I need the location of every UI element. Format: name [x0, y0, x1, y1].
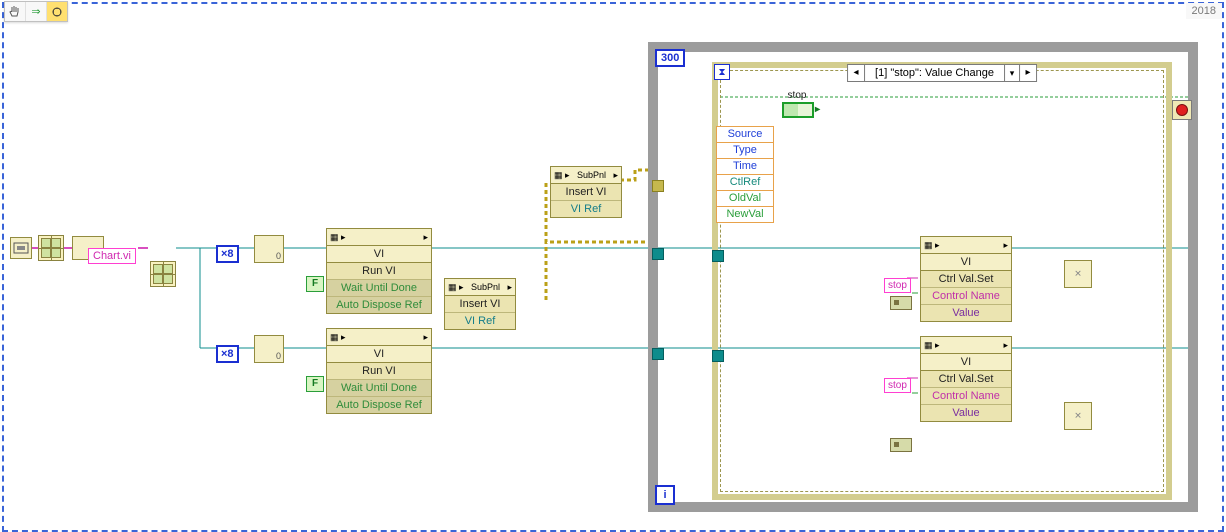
run-vi-invoke-2: ▦ ▸▸ VI Run VI Wait Until Done Auto Disp…: [326, 328, 432, 414]
variant-const-2: [890, 438, 912, 452]
x8-constant-2: ×8: [216, 345, 239, 363]
ctrl-val-set-2: ▦ ▸▸ VI Ctrl Val.Set Control Name Value: [920, 336, 1012, 422]
variant-const-1: [890, 296, 912, 310]
loop-iteration-terminal: i: [655, 485, 675, 505]
event-data-source: Source: [717, 127, 773, 143]
ctrl-val-set-1: ▦ ▸▸ VI Ctrl Val.Set Control Name Value: [920, 236, 1012, 322]
tunnel-event-ref1: [712, 250, 724, 262]
stop-string-const-2: stop: [884, 378, 911, 393]
build-array-icon: [38, 235, 64, 261]
run-vi-invoke-1: ▦ ▸▸ VI Run VI Wait Until Done Auto Disp…: [326, 228, 432, 314]
open-ref-node-2: 0: [254, 335, 284, 363]
event-data-node: Source Type Time CtlRef OldVal NewVal: [716, 126, 774, 223]
false-constant-2: F: [306, 376, 324, 392]
loop-count-terminal: 300: [655, 49, 685, 67]
arrow-tool-button[interactable]: ⇒: [26, 2, 47, 21]
event-case-selector[interactable]: ◂ [1] "stop": Value Change ▾ ▸: [847, 64, 1037, 82]
event-data-type: Type: [717, 143, 773, 159]
index-array-icon: [150, 261, 176, 287]
loop-stop-terminal: [1172, 100, 1192, 120]
prev-case-button[interactable]: ◂: [848, 65, 865, 81]
event-structure: ⧗ ◂ [1] "stop": Value Change ▾ ▸ stop So…: [712, 62, 1172, 500]
invoke-method: Run VI: [327, 263, 431, 280]
event-data-oldval: OldVal: [717, 191, 773, 207]
subpanel-method: Insert VI: [551, 184, 621, 201]
highlight-tool-button[interactable]: [47, 2, 67, 21]
event-case-label: [1] "stop": Value Change: [865, 65, 1004, 81]
invoke-param-dispose: Auto Dispose Ref: [327, 297, 431, 313]
subpanel-invoke-1: ▦ ▸SubPnl▸ Insert VI VI Ref: [550, 166, 622, 218]
invoke-icon: ▦ ▸: [330, 232, 346, 243]
subpanel-invoke-2: ▦ ▸SubPnl▸ Insert VI VI Ref: [444, 278, 516, 330]
close-ref-1: [1064, 260, 1092, 288]
chart-vi-label: Chart.vi: [88, 248, 136, 264]
event-data-ctlref: CtlRef: [717, 175, 773, 191]
stop-string-const-1: stop: [884, 278, 911, 293]
year-badge: 2018: [1186, 3, 1222, 19]
tunnel-event-ref2: [712, 350, 724, 362]
close-ref-2: [1064, 402, 1092, 430]
event-timeout-terminal: ⧗: [714, 64, 730, 80]
invoke-class: VI: [327, 246, 431, 263]
tf-icon: [782, 102, 814, 118]
false-constant-1: F: [306, 276, 324, 292]
invoke-param-wait: Wait Until Done: [327, 280, 431, 297]
event-data-newval: NewVal: [717, 207, 773, 222]
pan-tool-button[interactable]: [5, 2, 26, 21]
tunnel-error-in: [652, 180, 664, 192]
tunnel-ref2-in: [652, 348, 664, 360]
next-case-button[interactable]: ▸: [1019, 65, 1036, 81]
floating-toolbar: ⇒: [4, 1, 68, 22]
tunnel-ref1-in: [652, 248, 664, 260]
event-data-time: Time: [717, 159, 773, 175]
case-dropdown-button[interactable]: ▾: [1004, 65, 1019, 81]
x8-constant-1: ×8: [216, 245, 239, 263]
stop-control-terminal: stop: [782, 90, 812, 118]
while-loop: 300 i ⧗ ◂ [1] "stop": Value Change ▾ ▸ s…: [648, 42, 1198, 512]
open-ref-node-1: 0: [254, 235, 284, 263]
static-vi-ref-icon: [10, 237, 32, 259]
subpanel-param: VI Ref: [551, 201, 621, 217]
